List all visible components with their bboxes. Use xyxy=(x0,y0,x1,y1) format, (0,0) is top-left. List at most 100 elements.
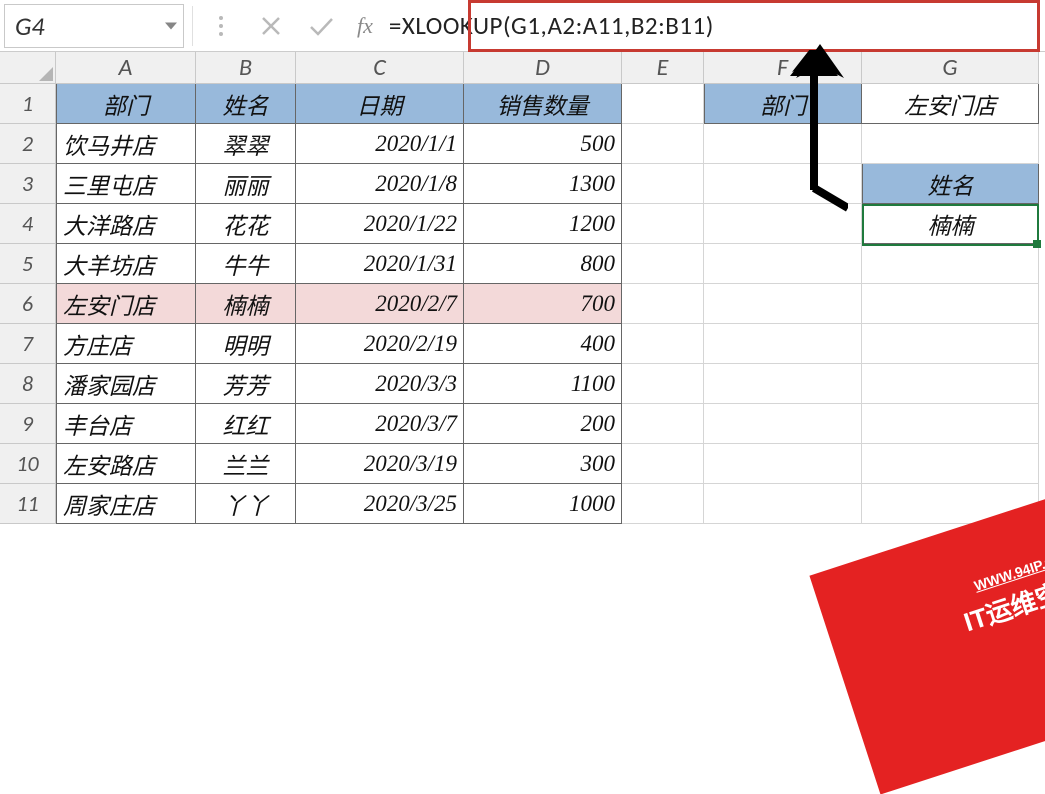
cell-D9[interactable]: 200 xyxy=(464,404,622,444)
cell-B11[interactable]: 丫丫 xyxy=(196,484,296,524)
cell-A4[interactable]: 大洋路店 xyxy=(56,204,196,244)
cell-G10[interactable] xyxy=(862,444,1039,484)
cell-D7[interactable]: 400 xyxy=(464,324,622,364)
cell-E9[interactable] xyxy=(622,404,704,444)
cell-A8[interactable]: 潘家园店 xyxy=(56,364,196,404)
fx-icon[interactable]: fx xyxy=(357,13,373,39)
cell-E7[interactable] xyxy=(622,324,704,364)
cell-D5[interactable]: 800 xyxy=(464,244,622,284)
row-header-6[interactable]: 6 xyxy=(0,284,56,324)
row-header-3[interactable]: 3 xyxy=(0,164,56,204)
col-header-D[interactable]: D xyxy=(464,52,622,84)
cell-E10[interactable] xyxy=(622,444,704,484)
cell-F10[interactable] xyxy=(704,444,862,484)
cell-E11[interactable] xyxy=(622,484,704,524)
cell-A11[interactable]: 周家庄店 xyxy=(56,484,196,524)
cell-D11[interactable]: 1000 xyxy=(464,484,622,524)
row-header-2[interactable]: 2 xyxy=(0,124,56,164)
cell-A7[interactable]: 方庄店 xyxy=(56,324,196,364)
cell-E4[interactable] xyxy=(622,204,704,244)
cell-G7[interactable] xyxy=(862,324,1039,364)
cell-B9[interactable]: 红红 xyxy=(196,404,296,444)
spreadsheet-grid[interactable]: A B C D E F G 1 部门 姓名 日期 销售数量 部门 左安门店 2饮… xyxy=(0,52,1045,524)
cell-G1[interactable]: 左安门店 xyxy=(862,84,1039,124)
row-header-11[interactable]: 11 xyxy=(0,484,56,524)
cell-G5[interactable] xyxy=(862,244,1039,284)
cell-E8[interactable] xyxy=(622,364,704,404)
col-header-E[interactable]: E xyxy=(622,52,704,84)
cell-A3[interactable]: 三里屯店 xyxy=(56,164,196,204)
cell-D10[interactable]: 300 xyxy=(464,444,622,484)
row-header-8[interactable]: 8 xyxy=(0,364,56,404)
cell-G4[interactable]: 楠楠 xyxy=(862,204,1039,244)
cell-B2[interactable]: 翠翠 xyxy=(196,124,296,164)
cell-C1[interactable]: 日期 xyxy=(296,84,464,124)
cell-B7[interactable]: 明明 xyxy=(196,324,296,364)
chevron-down-icon[interactable] xyxy=(165,22,177,29)
cell-D4[interactable]: 1200 xyxy=(464,204,622,244)
row-header-1[interactable]: 1 xyxy=(0,84,56,124)
dots-icon[interactable] xyxy=(207,12,235,40)
cell-G6[interactable] xyxy=(862,284,1039,324)
cell-F11[interactable] xyxy=(704,484,862,524)
confirm-icon[interactable] xyxy=(307,12,335,40)
cell-F9[interactable] xyxy=(704,404,862,444)
cell-F3[interactable] xyxy=(704,164,862,204)
col-header-A[interactable]: A xyxy=(56,52,196,84)
cell-C5[interactable]: 2020/1/31 xyxy=(296,244,464,284)
name-box[interactable]: G4 xyxy=(4,4,184,48)
select-all-corner[interactable] xyxy=(0,52,56,84)
cell-C11[interactable]: 2020/3/25 xyxy=(296,484,464,524)
cell-A10[interactable]: 左安路店 xyxy=(56,444,196,484)
cell-G2[interactable] xyxy=(862,124,1039,164)
cell-A2[interactable]: 饮马井店 xyxy=(56,124,196,164)
cell-D2[interactable]: 500 xyxy=(464,124,622,164)
cell-B6[interactable]: 楠楠 xyxy=(196,284,296,324)
row-header-5[interactable]: 5 xyxy=(0,244,56,284)
cell-B4[interactable]: 花花 xyxy=(196,204,296,244)
cell-F4[interactable] xyxy=(704,204,862,244)
cell-F1[interactable]: 部门 xyxy=(704,84,862,124)
col-header-B[interactable]: B xyxy=(196,52,296,84)
cell-D6[interactable]: 700 xyxy=(464,284,622,324)
cell-A1[interactable]: 部门 xyxy=(56,84,196,124)
cell-B5[interactable]: 牛牛 xyxy=(196,244,296,284)
cell-C2[interactable]: 2020/1/1 xyxy=(296,124,464,164)
cell-G9[interactable] xyxy=(862,404,1039,444)
cell-F8[interactable] xyxy=(704,364,862,404)
cell-D3[interactable]: 1300 xyxy=(464,164,622,204)
cell-C4[interactable]: 2020/1/22 xyxy=(296,204,464,244)
cell-E6[interactable] xyxy=(622,284,704,324)
cell-C8[interactable]: 2020/3/3 xyxy=(296,364,464,404)
cell-A9[interactable]: 丰台店 xyxy=(56,404,196,444)
cancel-icon[interactable] xyxy=(257,12,285,40)
cell-D8[interactable]: 1100 xyxy=(464,364,622,404)
formula-input[interactable]: =XLOOKUP(G1,A2:A11,B2:B11) xyxy=(383,6,1045,46)
cell-A5[interactable]: 大羊坊店 xyxy=(56,244,196,284)
cell-G3[interactable]: 姓名 xyxy=(862,164,1039,204)
cell-C10[interactable]: 2020/3/19 xyxy=(296,444,464,484)
cell-F7[interactable] xyxy=(704,324,862,364)
cell-F5[interactable] xyxy=(704,244,862,284)
cell-G8[interactable] xyxy=(862,364,1039,404)
col-header-F[interactable]: F xyxy=(704,52,862,84)
cell-B10[interactable]: 兰兰 xyxy=(196,444,296,484)
cell-B8[interactable]: 芳芳 xyxy=(196,364,296,404)
row-header-9[interactable]: 9 xyxy=(0,404,56,444)
cell-E1[interactable] xyxy=(622,84,704,124)
cell-E5[interactable] xyxy=(622,244,704,284)
col-header-G[interactable]: G xyxy=(862,52,1039,84)
row-header-10[interactable]: 10 xyxy=(0,444,56,484)
cell-C3[interactable]: 2020/1/8 xyxy=(296,164,464,204)
cell-B3[interactable]: 丽丽 xyxy=(196,164,296,204)
col-header-C[interactable]: C xyxy=(296,52,464,84)
cell-A6[interactable]: 左安门店 xyxy=(56,284,196,324)
cell-C9[interactable]: 2020/3/7 xyxy=(296,404,464,444)
cell-E2[interactable] xyxy=(622,124,704,164)
cell-F2[interactable] xyxy=(704,124,862,164)
cell-C7[interactable]: 2020/2/19 xyxy=(296,324,464,364)
cell-F6[interactable] xyxy=(704,284,862,324)
row-header-7[interactable]: 7 xyxy=(0,324,56,364)
cell-E3[interactable] xyxy=(622,164,704,204)
cell-D1[interactable]: 销售数量 xyxy=(464,84,622,124)
